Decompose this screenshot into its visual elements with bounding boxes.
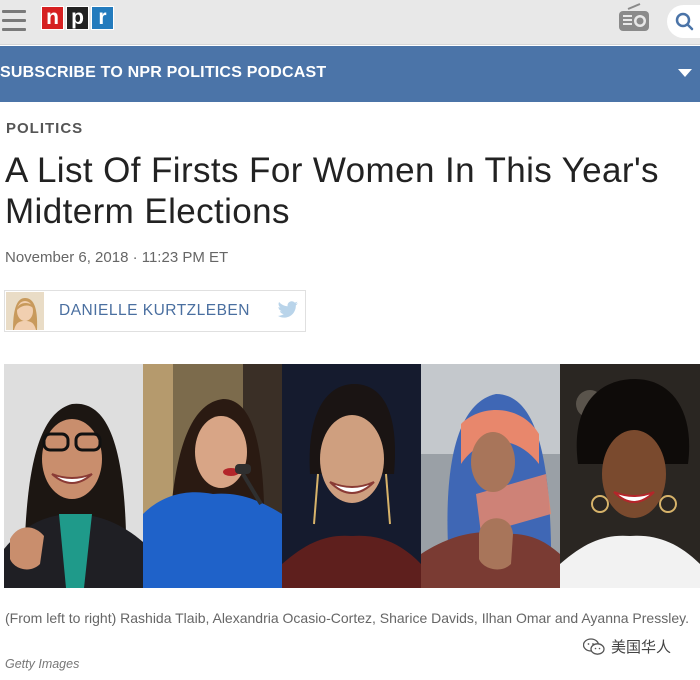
photo-panel-5 xyxy=(560,364,700,588)
search-button[interactable] xyxy=(667,5,700,38)
photo-panel-3 xyxy=(282,364,421,588)
photo-panel-2 xyxy=(143,364,282,588)
byline: DANIELLE KURTZLEBEN xyxy=(4,290,306,332)
article-title: A List Of Firsts For Women In This Year'… xyxy=(5,151,659,231)
photo-credit: Getty Images xyxy=(5,657,80,671)
search-icon xyxy=(675,12,694,31)
photo-panel-1 xyxy=(4,364,143,588)
wechat-icon xyxy=(583,637,605,655)
logo-letter-p: p xyxy=(66,6,89,30)
twitter-icon[interactable] xyxy=(277,301,299,319)
top-navigation-bar: n p r xyxy=(0,0,700,45)
subscribe-podcast-bar[interactable]: SUBSCRIBE TO NPR POLITICS PODCAST xyxy=(0,46,700,102)
radio-icon[interactable] xyxy=(618,3,650,33)
logo-letter-r: r xyxy=(91,6,114,30)
watermark-text: 美国华人 xyxy=(611,639,672,656)
logo-letter-n: n xyxy=(41,6,64,30)
wechat-watermark: 美国华人 xyxy=(583,636,671,657)
author-name[interactable]: DANIELLE KURTZLEBEN xyxy=(59,302,250,320)
article-date: November 6, 2018 · 11:23 PM ET xyxy=(5,249,229,266)
chevron-down-icon[interactable] xyxy=(677,68,693,78)
author-avatar[interactable] xyxy=(6,292,44,330)
hamburger-menu-icon[interactable] xyxy=(2,10,26,32)
subscribe-label: SUBSCRIBE TO NPR POLITICS PODCAST xyxy=(0,64,327,81)
photo-caption: (From left to right) Rashida Tlaib, Alex… xyxy=(5,610,689,626)
photo-panel-4 xyxy=(421,364,560,588)
article-photo[interactable] xyxy=(4,364,700,588)
section-label[interactable]: POLITICS xyxy=(6,120,83,137)
npr-logo[interactable]: n p r xyxy=(41,6,114,30)
